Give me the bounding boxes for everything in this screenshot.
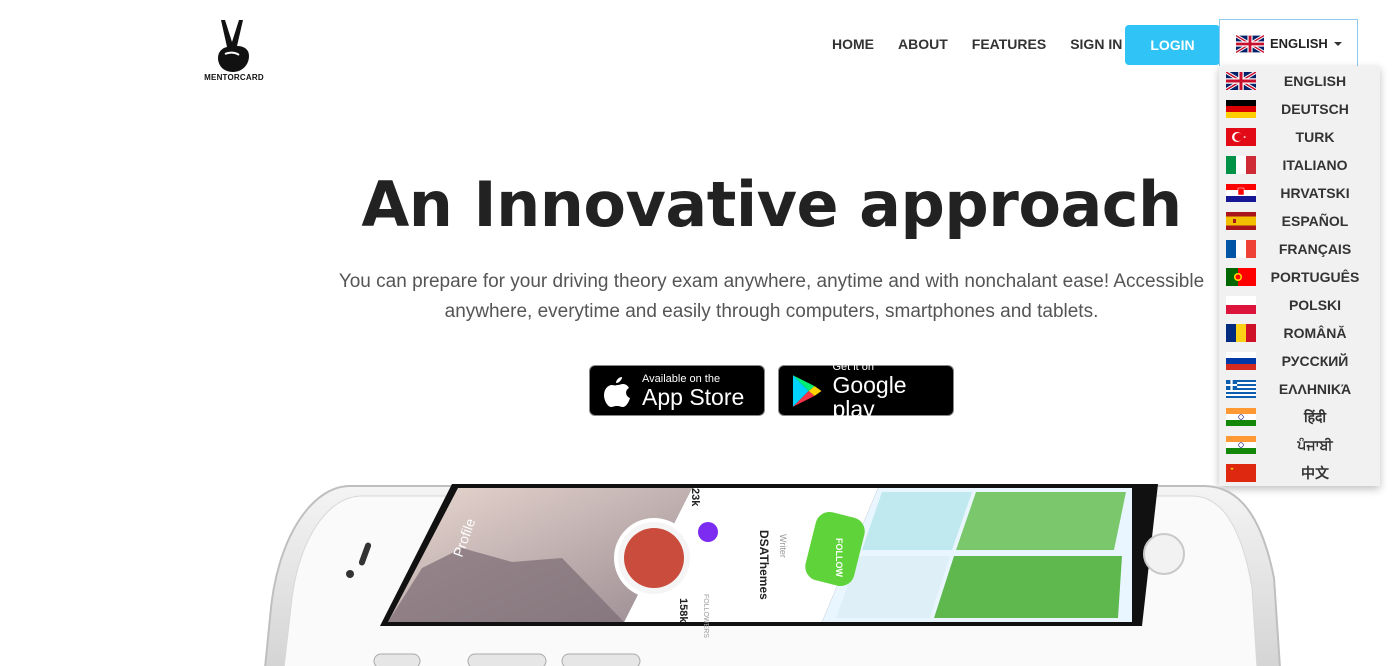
uk-flag-icon [1226, 72, 1256, 90]
language-label: FRANÇAIS [1278, 241, 1352, 257]
greece-flag-icon [1226, 380, 1256, 398]
phone-stat-2: 158k [677, 598, 689, 623]
phone-stat-1: 23k [689, 488, 701, 507]
phone-follow-label: FOLLOW [834, 538, 844, 577]
germany-flag-icon [1226, 100, 1256, 118]
google-play-button[interactable]: Get it on Google play [778, 361, 954, 421]
language-label: ENGLISH [1283, 73, 1347, 89]
france-flag-icon [1226, 240, 1256, 258]
uk-flag-icon [1236, 34, 1264, 53]
phone-user-name: DSAThemes [757, 530, 771, 600]
language-menu: ENGLISH DEUTSCH TURK ITALIANO HRVATSKI E… [1219, 66, 1380, 486]
language-label: РУССКИЙ [1281, 353, 1349, 369]
india-flag-icon [1226, 436, 1256, 454]
peace-hand-icon [218, 20, 249, 72]
language-label: ΕΛΛΗΝΙΚΆ [1278, 381, 1352, 397]
language-option-portugues[interactable]: PORTUGUÊS [1219, 263, 1380, 291]
nav-about[interactable]: ABOUT [886, 36, 960, 52]
hero-title: An Innovative approach [361, 168, 1182, 241]
language-label: DEUTSCH [1281, 101, 1349, 117]
google-play-big-text: Google play [832, 371, 907, 422]
hero-subtitle: You can prepare for your driving theory … [338, 271, 1205, 322]
phone-stat-2-label: FOLLOWERS [702, 594, 709, 638]
page: MENTORCARD HOME ABOUT FEATURES SIGN IN L… [0, 0, 1395, 666]
brand-logo[interactable]: MENTORCARD [200, 18, 268, 90]
language-label: ROMÂNĂ [1283, 325, 1347, 341]
app-store-small-text: Available on the [642, 372, 721, 385]
phone-mockup-image: Profile DSAThemes Writer FOLLOW 23k 158k… [264, 484, 1281, 666]
language-label: ਪੰਜਾਬੀ [1297, 436, 1333, 453]
language-option-deutsch[interactable]: DEUTSCH [1219, 95, 1380, 123]
russia-flag-icon [1226, 352, 1256, 370]
language-option-polski[interactable]: POLSKI [1219, 291, 1380, 319]
app-store-button[interactable]: Available on the App Store [589, 365, 765, 416]
google-play-icon [792, 374, 822, 407]
language-option-russian[interactable]: РУССКИЙ [1219, 347, 1380, 375]
language-option-romana[interactable]: ROMÂNĂ [1219, 319, 1380, 347]
nav-sign-in[interactable]: SIGN IN [1058, 36, 1134, 52]
app-store-big-text: App Store [642, 383, 745, 410]
phone-user-role: Writer [778, 534, 788, 558]
language-option-greek[interactable]: ΕΛΛΗΝΙΚΆ [1219, 375, 1380, 403]
turkey-flag-icon [1226, 128, 1256, 146]
language-option-hindi[interactable]: हिंदी [1219, 403, 1380, 431]
nav-home[interactable]: HOME [820, 36, 886, 52]
language-dropdown-toggle[interactable]: ENGLISH [1219, 19, 1358, 68]
caret-down-icon [1333, 41, 1342, 46]
apple-icon [604, 376, 630, 407]
language-option-punjabi[interactable]: ਪੰਜਾਬੀ [1219, 431, 1380, 459]
language-option-english[interactable]: ENGLISH [1219, 67, 1380, 95]
india-flag-icon [1226, 408, 1256, 426]
nav-features[interactable]: FEATURES [960, 36, 1058, 52]
brand-name: MENTORCARD [204, 73, 264, 82]
language-label: हिंदी [1303, 408, 1327, 425]
google-play-small-text: Get it on [832, 360, 875, 373]
main-nav: HOME ABOUT FEATURES SIGN IN [820, 36, 1134, 52]
selected-language: ENGLISH [1270, 36, 1328, 51]
language-label: TURK [1295, 129, 1335, 145]
language-option-turk[interactable]: TURK [1219, 123, 1380, 151]
language-label: POLSKI [1288, 297, 1342, 313]
language-label: PORTUGUÊS [1270, 269, 1360, 285]
login-button[interactable]: LOGIN [1125, 25, 1220, 65]
